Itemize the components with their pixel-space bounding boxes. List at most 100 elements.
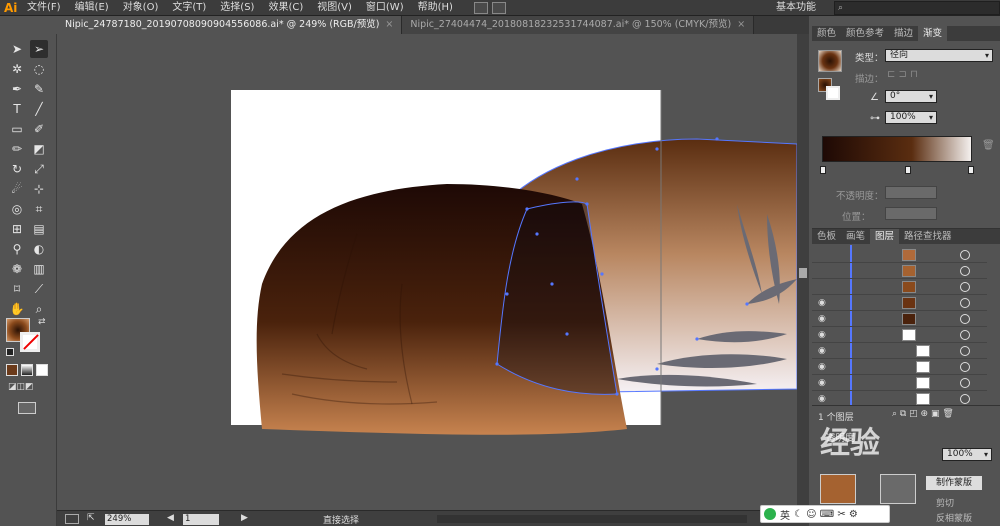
- layer-row[interactable]: [812, 279, 987, 295]
- gradient-tool-icon[interactable]: ▤: [30, 220, 48, 238]
- gradient-stop-right[interactable]: [968, 166, 974, 174]
- ime-tools-icons[interactable]: ☾ ☺ ⌨ ✂ ⚙: [794, 509, 858, 520]
- artwork[interactable]: [57, 34, 797, 510]
- selection-tool-icon[interactable]: ➤: [8, 40, 26, 58]
- share-icon[interactable]: ⇱: [87, 513, 95, 523]
- artboard-number-input[interactable]: 1: [183, 514, 219, 525]
- layer-actions-icons[interactable]: ⌕ ⧉ ◰ ⊕ ▣ 🗑: [892, 409, 954, 419]
- tab-stroke[interactable]: 描边: [889, 26, 918, 41]
- layer-row[interactable]: ◉: [812, 359, 987, 375]
- eye-icon[interactable]: ◉: [818, 378, 826, 388]
- menu-object[interactable]: 对象(O): [116, 0, 166, 16]
- layer-row[interactable]: ◉: [812, 295, 987, 311]
- menu-type[interactable]: 文字(T): [165, 0, 213, 16]
- vertical-scrollbar[interactable]: [797, 34, 809, 510]
- layer-row[interactable]: [812, 247, 987, 263]
- target-icon[interactable]: [960, 378, 970, 388]
- gradient-slider[interactable]: [822, 136, 972, 162]
- symbol-sprayer-icon[interactable]: ❁: [8, 260, 26, 278]
- gradient-stop-middle[interactable]: [905, 166, 911, 174]
- tab-color-guide[interactable]: 颜色参考: [841, 26, 889, 41]
- ime-toolbar[interactable]: 英 ☾ ☺ ⌨ ✂ ⚙: [760, 505, 890, 523]
- menu-select[interactable]: 选择(S): [213, 0, 261, 16]
- lasso-icon[interactable]: ◌: [30, 60, 48, 78]
- slice-tool-icon[interactable]: ⟋: [30, 280, 48, 298]
- gradient-stop-left[interactable]: [820, 166, 826, 174]
- menu-edit[interactable]: 编辑(E): [68, 0, 116, 16]
- paintbrush-icon[interactable]: ✐: [30, 120, 48, 138]
- color-mode-icon[interactable]: [6, 364, 18, 376]
- target-icon[interactable]: [960, 362, 970, 372]
- arrange-documents-icon[interactable]: [491, 1, 506, 14]
- layer-row[interactable]: [812, 263, 987, 279]
- column-graph-icon[interactable]: ▥: [30, 260, 48, 278]
- target-icon[interactable]: [960, 250, 970, 260]
- clip-checkbox[interactable]: 剪切: [936, 496, 954, 509]
- rotate-tool-icon[interactable]: ↻: [8, 160, 26, 178]
- blend-tool-icon[interactable]: ◐: [30, 240, 48, 258]
- eye-icon[interactable]: ◉: [818, 330, 826, 340]
- target-icon[interactable]: [960, 346, 970, 356]
- menu-effect[interactable]: 效果(C): [261, 0, 310, 16]
- prev-artboard-icon[interactable]: ◀: [167, 513, 174, 523]
- canvas-area[interactable]: [57, 34, 797, 510]
- bridge-icon[interactable]: [473, 1, 488, 14]
- swap-fill-stroke-icon[interactable]: ⇄: [38, 317, 46, 327]
- layer-row[interactable]: ◉: [812, 311, 987, 327]
- zoom-select[interactable]: 249%: [105, 514, 149, 525]
- eye-icon[interactable]: ◉: [818, 362, 826, 372]
- aspect-ratio-input[interactable]: 100%: [885, 111, 937, 124]
- target-icon[interactable]: [960, 298, 970, 308]
- eye-icon[interactable]: ◉: [818, 298, 826, 308]
- rectangle-tool-icon[interactable]: ▭: [8, 120, 26, 138]
- tab-document-2[interactable]: Nipic_27404474_20180818232531744087.ai* …: [402, 16, 755, 34]
- menu-help[interactable]: 帮助(H): [411, 0, 460, 16]
- zoom-tool-icon[interactable]: ⌕: [30, 300, 48, 318]
- gradient-preview-swatch[interactable]: [818, 50, 842, 72]
- gradient-stroke-small-swatch[interactable]: [826, 86, 840, 100]
- scroll-thumb[interactable]: [799, 268, 807, 278]
- help-search-input[interactable]: ⌕: [834, 1, 1000, 15]
- tab-swatches[interactable]: 色板: [812, 229, 841, 244]
- tab-document-1[interactable]: Nipic_24787180_20190708090904556086.ai* …: [57, 16, 403, 34]
- mesh-tool-icon[interactable]: ⊞: [8, 220, 26, 238]
- scale-tool-icon[interactable]: ⤢: [30, 160, 48, 178]
- hand-tool-icon[interactable]: ✋: [8, 300, 26, 318]
- stroke-option-icons[interactable]: ⊏ ⊐ ⊓: [887, 69, 967, 82]
- layer-row[interactable]: ◉: [812, 375, 987, 391]
- target-icon[interactable]: [960, 282, 970, 292]
- pen-tool-icon[interactable]: ✒: [8, 80, 26, 98]
- artboard-nav-icon[interactable]: [65, 514, 79, 524]
- tab-layers[interactable]: 图层: [870, 229, 900, 244]
- next-artboard-icon[interactable]: ▶: [241, 513, 248, 523]
- direct-selection-tool-icon[interactable]: ➢: [30, 40, 48, 58]
- workspace-switcher[interactable]: 基本功能: [776, 0, 816, 16]
- curvature-tool-icon[interactable]: ✎: [30, 80, 48, 98]
- invert-mask-checkbox[interactable]: 反相蒙版: [936, 511, 972, 524]
- target-icon[interactable]: [960, 330, 970, 340]
- pencil-icon[interactable]: ✏: [8, 140, 26, 158]
- shape-builder-icon[interactable]: ◎: [8, 200, 26, 218]
- eye-icon[interactable]: ◉: [818, 346, 826, 356]
- opacity-input[interactable]: [885, 186, 937, 199]
- menu-file[interactable]: 文件(F): [20, 0, 68, 16]
- tab-pathfinder[interactable]: 路径查找器: [899, 229, 957, 244]
- eye-icon[interactable]: ◉: [818, 314, 826, 324]
- eyedropper-icon[interactable]: ⚲: [8, 240, 26, 258]
- layer-row[interactable]: ◉: [812, 343, 987, 359]
- screen-mode-icon[interactable]: [18, 402, 36, 414]
- menu-window[interactable]: 窗口(W): [359, 0, 411, 16]
- target-icon[interactable]: [960, 266, 970, 276]
- line-tool-icon[interactable]: ╱: [30, 100, 48, 118]
- drawing-modes-icon[interactable]: ◪◫◩: [8, 382, 48, 394]
- tab-gradient[interactable]: 渐变: [918, 26, 948, 41]
- artboard-tool-icon[interactable]: ⌑: [8, 280, 26, 298]
- layer-row[interactable]: ◉: [812, 327, 987, 343]
- none-mode-icon[interactable]: [36, 364, 48, 376]
- magic-wand-icon[interactable]: ✲: [8, 60, 26, 78]
- gradient-mode-icon[interactable]: [21, 364, 33, 376]
- tab-color[interactable]: 颜色: [812, 26, 841, 41]
- opacity-value-input[interactable]: 100%: [942, 448, 992, 461]
- gradient-type-select[interactable]: 径向: [885, 49, 993, 62]
- stroke-swatch[interactable]: [20, 332, 40, 352]
